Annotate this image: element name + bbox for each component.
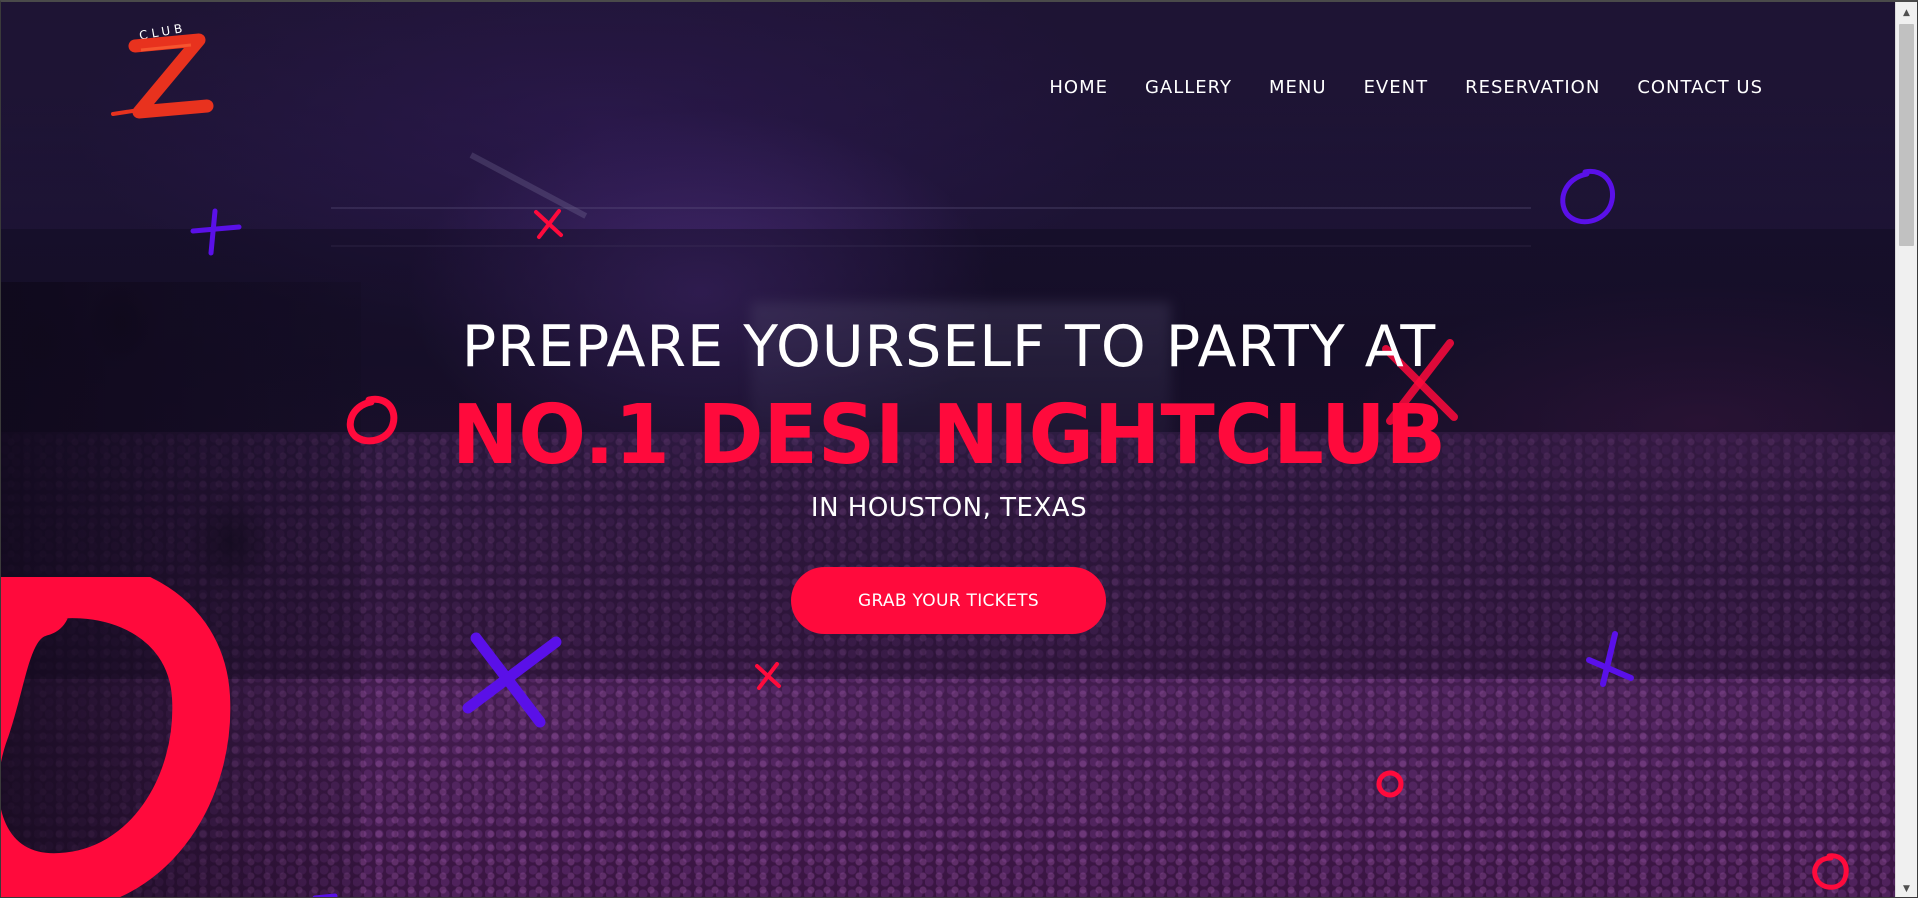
red-ring-doodle-corner: [1812, 853, 1849, 890]
nav-event[interactable]: EVENT: [1364, 77, 1429, 98]
red-ring-doodle: [1376, 770, 1404, 798]
browser-viewport: CLUB HOME GALLERY MENU EVENT RESERVATION…: [0, 0, 1918, 898]
hero-location: IN HOUSTON, TEXAS: [810, 493, 1088, 523]
purple-cross-doodle-large: [462, 632, 562, 728]
scrollbar-thumb[interactable]: [1899, 24, 1914, 246]
grab-tickets-button[interactable]: GRAB YOUR TICKETS: [791, 567, 1106, 634]
red-cross-doodle-small: [534, 209, 563, 239]
nav-contact-us[interactable]: CONTACT US: [1637, 77, 1763, 98]
red-blob-doodle: [1, 577, 231, 897]
hero-headline: PREPARE YOURSELF TO PARTY AT: [461, 314, 1437, 380]
purple-mark-doodle: [312, 893, 338, 897]
nav-home[interactable]: HOME: [1049, 77, 1108, 98]
purple-cross-doodle-small: [1586, 631, 1634, 687]
nav-menu[interactable]: MENU: [1269, 77, 1327, 98]
main-nav: HOME GALLERY MENU EVENT RESERVATION CONT…: [1049, 77, 1763, 98]
nav-gallery[interactable]: GALLERY: [1145, 77, 1232, 98]
hero-title: NO.1 DESI NIGHTCLUB: [451, 388, 1447, 483]
scroll-down-arrow-icon[interactable]: ▼: [1896, 880, 1917, 897]
page-scrollbar[interactable]: ▲ ▼: [1895, 2, 1917, 897]
purple-plus-doodle: [190, 208, 242, 256]
club-z-logo[interactable]: CLUB: [111, 10, 221, 125]
purple-circle-doodle: [1560, 168, 1615, 225]
red-cross-doodle-tiny: [755, 662, 781, 690]
scroll-up-arrow-icon[interactable]: ▲: [1896, 4, 1917, 22]
hero-section: CLUB HOME GALLERY MENU EVENT RESERVATION…: [1, 2, 1897, 897]
nav-reservation[interactable]: RESERVATION: [1465, 77, 1600, 98]
